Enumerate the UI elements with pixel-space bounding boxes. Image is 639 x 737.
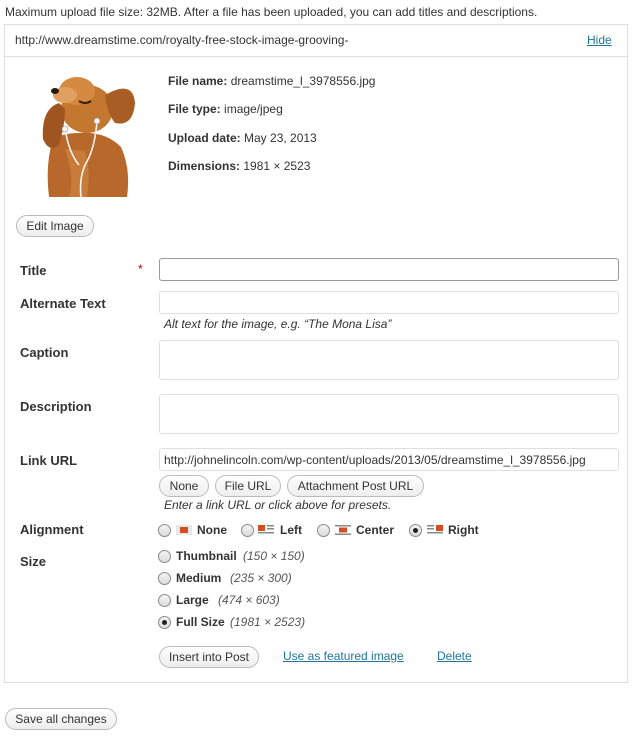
dimensions-value: 1981 × 2523 xyxy=(243,159,311,173)
align-left-radio[interactable] xyxy=(241,524,254,537)
size-large-label: Large xyxy=(176,593,209,607)
required-asterisk: * xyxy=(138,262,143,276)
title-label: Title xyxy=(20,263,47,278)
caption-textarea[interactable] xyxy=(159,340,619,380)
alt-text-label: Alternate Text xyxy=(20,296,106,311)
size-large-radio[interactable] xyxy=(158,594,171,607)
file-type-row: File type: image/jpeg xyxy=(168,102,283,116)
upload-date-row: Upload date: May 23, 2013 xyxy=(168,131,317,145)
title-input[interactable] xyxy=(159,258,619,281)
align-none-radio[interactable] xyxy=(158,524,171,537)
size-medium-radio[interactable] xyxy=(158,572,171,585)
media-item-url: http://www.dreamstime.com/royalty-free-s… xyxy=(15,33,349,47)
align-none-icon xyxy=(176,525,192,535)
size-medium-label: Medium xyxy=(176,571,222,585)
alt-text-input[interactable] xyxy=(159,291,619,314)
link-file-url-button[interactable]: File URL xyxy=(215,475,281,497)
delete-link[interactable]: Delete xyxy=(437,649,472,663)
size-full-radio[interactable] xyxy=(158,616,171,629)
save-all-changes-button[interactable]: Save all changes xyxy=(5,708,117,730)
upload-limit-notice: Maximum upload file size: 32MB. After a … xyxy=(5,5,538,19)
link-url-hint: Enter a link URL or click above for pres… xyxy=(164,498,392,512)
size-full-label: Full Size xyxy=(176,615,225,629)
align-right-icon xyxy=(427,525,443,534)
align-none-label: None xyxy=(197,523,227,537)
file-name-value: dreamstime_l_3978556.jpg xyxy=(230,74,376,88)
file-name-row: File name: dreamstime_l_3978556.jpg xyxy=(168,74,376,88)
use-as-featured-image-link[interactable]: Use as featured image xyxy=(283,649,404,663)
align-right-radio[interactable] xyxy=(409,524,422,537)
description-label: Description xyxy=(20,399,92,414)
size-thumbnail-dims: (150 × 150) xyxy=(243,549,305,563)
insert-into-post-button[interactable]: Insert into Post xyxy=(159,646,259,668)
hide-link[interactable]: Hide xyxy=(587,33,612,47)
link-url-label: Link URL xyxy=(20,453,78,468)
file-type-value: image/jpeg xyxy=(224,102,283,116)
align-left-icon xyxy=(258,525,274,534)
caption-label: Caption xyxy=(20,345,69,360)
link-none-button[interactable]: None xyxy=(159,475,209,497)
size-thumbnail-label: Thumbnail xyxy=(176,549,237,563)
link-url-input[interactable] xyxy=(159,448,619,471)
alignment-label: Alignment xyxy=(20,522,84,537)
align-center-radio[interactable] xyxy=(317,524,330,537)
size-large-dims: (474 × 603) xyxy=(218,593,280,607)
dimensions-row: Dimensions: 1981 × 2523 xyxy=(168,159,311,173)
align-center-label: Center xyxy=(356,523,395,537)
align-right-label: Right xyxy=(448,523,479,537)
link-attachment-post-url-button[interactable]: Attachment Post URL xyxy=(287,475,424,497)
size-label: Size xyxy=(20,554,47,569)
description-textarea[interactable] xyxy=(159,394,619,434)
media-item-header: http://www.dreamstime.com/royalty-free-s… xyxy=(5,25,627,57)
edit-image-button[interactable]: Edit Image xyxy=(16,215,94,237)
size-thumbnail-radio[interactable] xyxy=(158,550,171,563)
upload-date-value: May 23, 2013 xyxy=(244,131,317,145)
size-medium-dims: (235 × 300) xyxy=(230,571,292,585)
image-thumbnail xyxy=(35,69,143,199)
align-left-label: Left xyxy=(280,523,302,537)
size-full-dims: (1981 × 2523) xyxy=(230,615,306,629)
alt-text-hint: Alt text for the image, e.g. “The Mona L… xyxy=(164,317,392,331)
media-item-panel: http://www.dreamstime.com/royalty-free-s… xyxy=(4,24,628,683)
align-center-icon xyxy=(335,525,351,535)
